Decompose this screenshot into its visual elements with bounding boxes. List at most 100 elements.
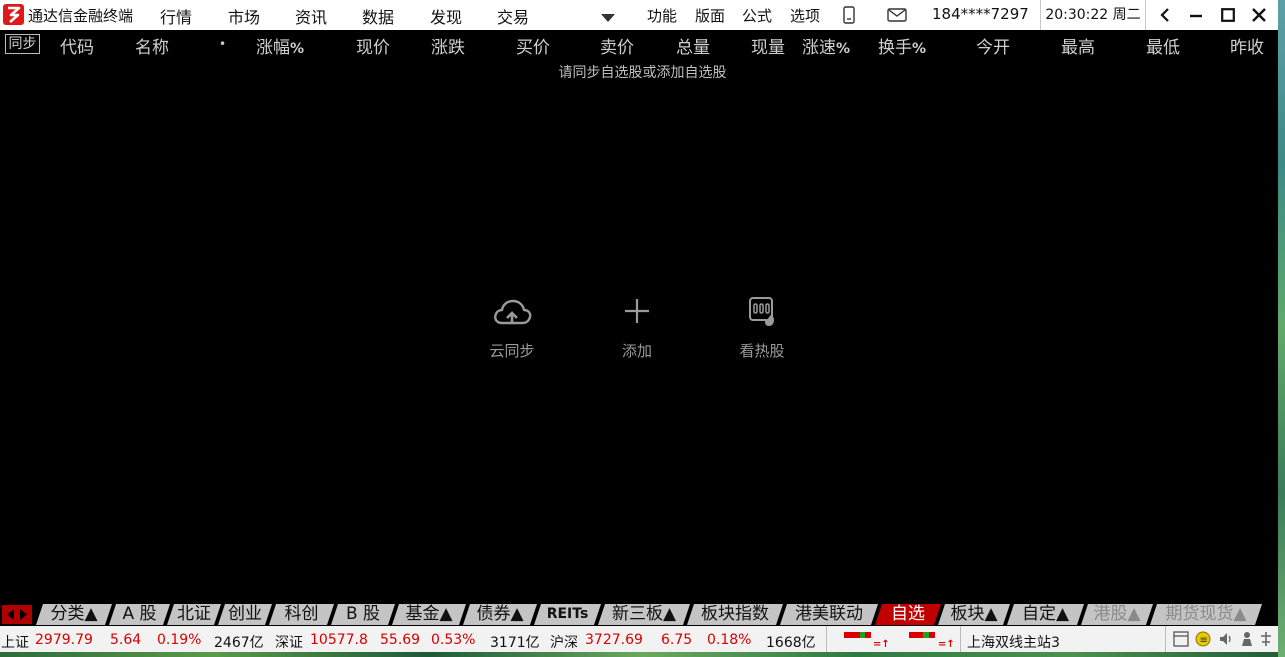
tab-watchlist[interactable]: 自选 <box>875 604 941 625</box>
col-price[interactable]: 现价 <box>356 33 390 58</box>
sh-pct: 0.19% <box>157 632 202 648</box>
col-high[interactable]: 最高 <box>1061 33 1095 58</box>
cloud-sync-label: 云同步 <box>489 342 535 360</box>
svg-text:=↑: =↑ <box>873 639 890 650</box>
tab-funds[interactable]: 基金▲ <box>392 604 466 625</box>
tab-category[interactable]: 分类▲ <box>36 604 112 625</box>
hs-amount: 1668亿 <box>766 635 816 651</box>
back-icon[interactable] <box>1151 0 1181 30</box>
window-layout-icon[interactable] <box>1173 631 1189 651</box>
hs-pct: 0.18% <box>707 632 752 648</box>
add-stock-label: 添加 <box>621 342 652 360</box>
status-divider <box>826 626 827 652</box>
menu-layout[interactable]: 版面 <box>695 5 725 26</box>
menu-news[interactable]: 资讯 <box>295 4 327 28</box>
message-icon[interactable] <box>887 8 907 26</box>
settings-icon[interactable] <box>1259 631 1273 651</box>
sh-index[interactable]: 2979.79 <box>35 632 93 648</box>
minimize-icon[interactable] <box>1181 0 1211 30</box>
desktop-wallpaper-strip <box>0 652 1285 657</box>
cloud-upload-icon <box>494 299 532 325</box>
tab-hk-us-link[interactable]: 港美联动 <box>780 604 878 625</box>
col-marker: • <box>219 37 227 51</box>
account-id[interactable]: 184****7297 <box>932 5 1029 23</box>
tab-beijing[interactable]: 北证 <box>167 604 221 625</box>
sh-change: 5.64 <box>110 632 142 648</box>
clock: 20:30:22 周二 <box>1040 0 1146 30</box>
sh-breadth-indicator-icon[interactable]: =↑ <box>843 630 893 654</box>
tab-reits[interactable]: REITs <box>534 604 601 625</box>
col-ask[interactable]: 卖价 <box>600 33 634 58</box>
col-low[interactable]: 最低 <box>1146 33 1180 58</box>
hs-label: 沪深 <box>550 635 578 651</box>
menu-data[interactable]: 数据 <box>362 4 394 28</box>
hs-change: 6.75 <box>661 632 693 648</box>
sz-index[interactable]: 10577.8 <box>310 632 368 648</box>
column-header: 同步 代码 名称 • 涨幅% 现价 涨跌 买价 卖价 总量 现量 涨速% 换手%… <box>0 30 1285 58</box>
tab-neeq[interactable]: 新三板▲ <box>598 604 690 625</box>
close-icon[interactable] <box>1244 0 1274 30</box>
sz-label: 深证 <box>275 635 303 651</box>
menu-quotes[interactable]: 行情 <box>160 4 192 28</box>
speaker-icon[interactable] <box>1218 631 1234 651</box>
menu-market[interactable]: 市场 <box>228 4 260 28</box>
sz-breadth-indicator-icon[interactable]: =↑ <box>908 630 958 654</box>
app-window: 通达信金融终端 行情 市场 资讯 数据 发现 交易 功能 版面 公式 选项 18… <box>0 0 1285 657</box>
tab-futures-spot[interactable]: 期货现货▲ <box>1150 604 1262 625</box>
title-bar: 通达信金融终端 行情 市场 资讯 数据 发现 交易 功能 版面 公式 选项 18… <box>0 0 1285 30</box>
sync-button[interactable]: 同步 <box>5 34 40 54</box>
col-prev-close[interactable]: 昨收 <box>1230 33 1264 58</box>
sz-change: 55.69 <box>380 632 421 648</box>
col-change[interactable]: 涨跌 <box>431 33 465 58</box>
desktop-wallpaper-edge <box>1278 0 1285 657</box>
category-tab-bar: 分类▲ A 股 北证 创业 科创 B 股 基金▲ 债券▲ REITs 新三板▲ … <box>0 603 1285 625</box>
sh-amount: 2467亿 <box>214 635 264 651</box>
server-name[interactable]: 上海双线主站3 <box>967 632 1060 652</box>
person-icon[interactable] <box>1240 631 1254 651</box>
hs-index[interactable]: 3727.69 <box>585 632 643 648</box>
col-bid[interactable]: 买价 <box>516 33 550 58</box>
tab-star-market[interactable]: 科创 <box>269 604 334 625</box>
svg-text:=↑: =↑ <box>938 639 955 650</box>
menu-formula[interactable]: 公式 <box>742 5 772 26</box>
maximize-icon[interactable] <box>1213 0 1243 30</box>
add-stock-button[interactable]: 添加 <box>597 295 677 361</box>
dropdown-arrow-icon[interactable] <box>600 9 616 27</box>
plus-icon <box>625 299 649 323</box>
tab-chinext[interactable]: 创业 <box>218 604 272 625</box>
tab-sector-index[interactable]: 板块指数 <box>687 604 783 625</box>
col-name[interactable]: 名称 <box>135 33 169 58</box>
menu-discover[interactable]: 发现 <box>430 4 462 28</box>
tab-scroll-arrows[interactable] <box>2 605 32 624</box>
status-divider <box>1165 626 1166 652</box>
sz-amount: 3171亿 <box>490 635 540 651</box>
menu-function[interactable]: 功能 <box>647 5 677 26</box>
empty-watchlist-hint: 请同步自选股或添加自选股 <box>558 65 727 81</box>
menu-options[interactable]: 选项 <box>790 5 820 26</box>
phone-icon[interactable] <box>843 6 855 28</box>
tab-hk-stocks[interactable]: 港股▲ <box>1081 604 1153 625</box>
tab-bonds[interactable]: 债券▲ <box>463 604 537 625</box>
tab-b-shares[interactable]: B 股 <box>331 604 395 625</box>
col-open[interactable]: 今开 <box>976 33 1010 58</box>
col-turnover[interactable]: 换手% <box>878 33 926 58</box>
hot-stocks-label: 看热股 <box>739 342 785 360</box>
col-change-pct[interactable]: 涨幅% <box>256 33 304 58</box>
col-code[interactable]: 代码 <box>60 33 94 58</box>
sh-label: 上证 <box>1 635 29 651</box>
alert-bell-icon[interactable]: ≡ <box>1195 631 1211 651</box>
tab-sectors[interactable]: 板块▲ <box>938 604 1010 625</box>
hot-stock-icon <box>749 297 775 326</box>
tab-custom[interactable]: 自定▲ <box>1007 604 1084 625</box>
app-title: 通达信金融终端 <box>28 7 134 25</box>
tab-a-shares[interactable]: A 股 <box>109 604 170 625</box>
hot-stocks-button[interactable]: 看热股 <box>722 295 802 361</box>
svg-text:≡: ≡ <box>1200 635 1208 646</box>
app-logo-icon <box>3 4 24 25</box>
menu-trade[interactable]: 交易 <box>497 4 529 28</box>
cloud-sync-button[interactable]: 云同步 <box>472 295 552 361</box>
col-volume[interactable]: 总量 <box>676 33 710 58</box>
col-speed[interactable]: 涨速% <box>802 33 850 58</box>
sz-pct: 0.53% <box>431 632 476 648</box>
col-last-volume[interactable]: 现量 <box>751 33 785 58</box>
